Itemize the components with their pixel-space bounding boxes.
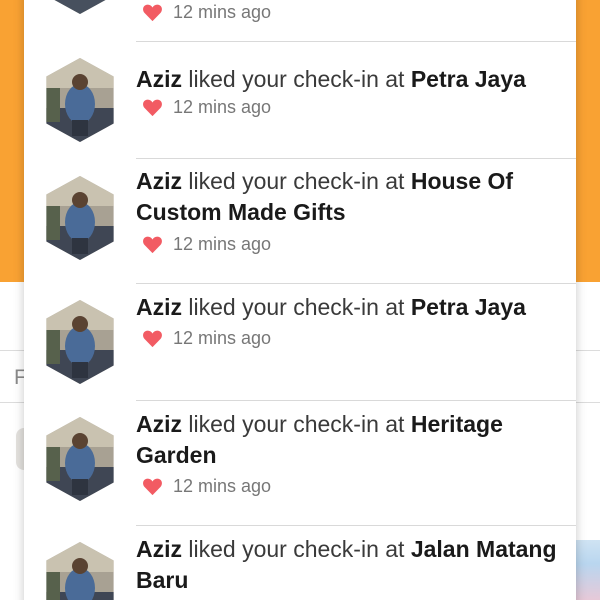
place-name[interactable]: Petra Jaya: [411, 294, 526, 320]
timestamp: 12 mins ago: [173, 1, 272, 22]
avatar[interactable]: [46, 300, 114, 384]
user-name[interactable]: Aziz: [136, 66, 182, 92]
background-photo: [576, 540, 600, 600]
notification-action: liked your check-in at: [188, 66, 405, 92]
heart-icon: [143, 236, 162, 253]
notification-text: Aziz liked your check-in at Heritage Gar…: [136, 409, 566, 471]
notification-meta: 12 mins ago: [142, 326, 271, 350]
user-name[interactable]: Aziz: [136, 294, 182, 320]
notification-text: Aziz liked your check-in at House Of Cus…: [136, 166, 566, 228]
avatar[interactable]: [46, 176, 114, 260]
heart-icon: [143, 4, 162, 21]
user-name[interactable]: Aziz: [136, 168, 182, 194]
timestamp: 12 mins ago: [173, 233, 272, 254]
notification-action: liked your check-in at: [188, 294, 405, 320]
timestamp: 12 mins ago: [173, 327, 272, 348]
notifications-panel[interactable]: 12 mins ago Aziz liked your check-in at …: [24, 0, 576, 600]
notification-item[interactable]: 12 mins ago: [24, 0, 576, 42]
place-name[interactable]: Petra Jaya: [411, 66, 526, 92]
notification-item[interactable]: Aziz liked your check-in at Heritage Gar…: [24, 401, 576, 526]
notification-action: liked your check-in at: [188, 168, 405, 194]
notification-meta: 12 mins ago: [142, 0, 271, 24]
notification-text: Aziz liked your check-in at Petra Jaya: [136, 292, 566, 323]
notification-item[interactable]: Aziz liked your check-in at Petra Jaya 1…: [24, 42, 576, 159]
notification-meta: 12 mins ago: [142, 232, 271, 256]
heart-icon: [143, 478, 162, 495]
notification-action: liked your check-in at: [188, 536, 405, 562]
notification-meta: 12 mins ago: [142, 95, 271, 119]
avatar[interactable]: [46, 542, 114, 600]
heart-icon: [143, 330, 162, 347]
notification-meta: 12 mins ago: [142, 474, 271, 498]
timestamp: 12 mins ago: [173, 475, 272, 496]
user-name[interactable]: Aziz: [136, 411, 182, 437]
notification-action: liked your check-in at: [188, 411, 405, 437]
notification-text: Aziz liked your check-in at Petra Jaya: [136, 64, 566, 95]
notification-item[interactable]: Aziz liked your check-in at Jalan Matang…: [24, 526, 576, 600]
notification-item[interactable]: Aziz liked your check-in at House Of Cus…: [24, 159, 576, 284]
avatar[interactable]: [46, 58, 114, 142]
timestamp: 12 mins ago: [173, 96, 272, 117]
user-name[interactable]: Aziz: [136, 536, 182, 562]
avatar[interactable]: [46, 417, 114, 501]
notification-text: Aziz liked your check-in at Jalan Matang…: [136, 534, 566, 596]
avatar[interactable]: [46, 0, 114, 14]
notification-item[interactable]: Aziz liked your check-in at Petra Jaya 1…: [24, 284, 576, 401]
heart-icon: [143, 99, 162, 116]
